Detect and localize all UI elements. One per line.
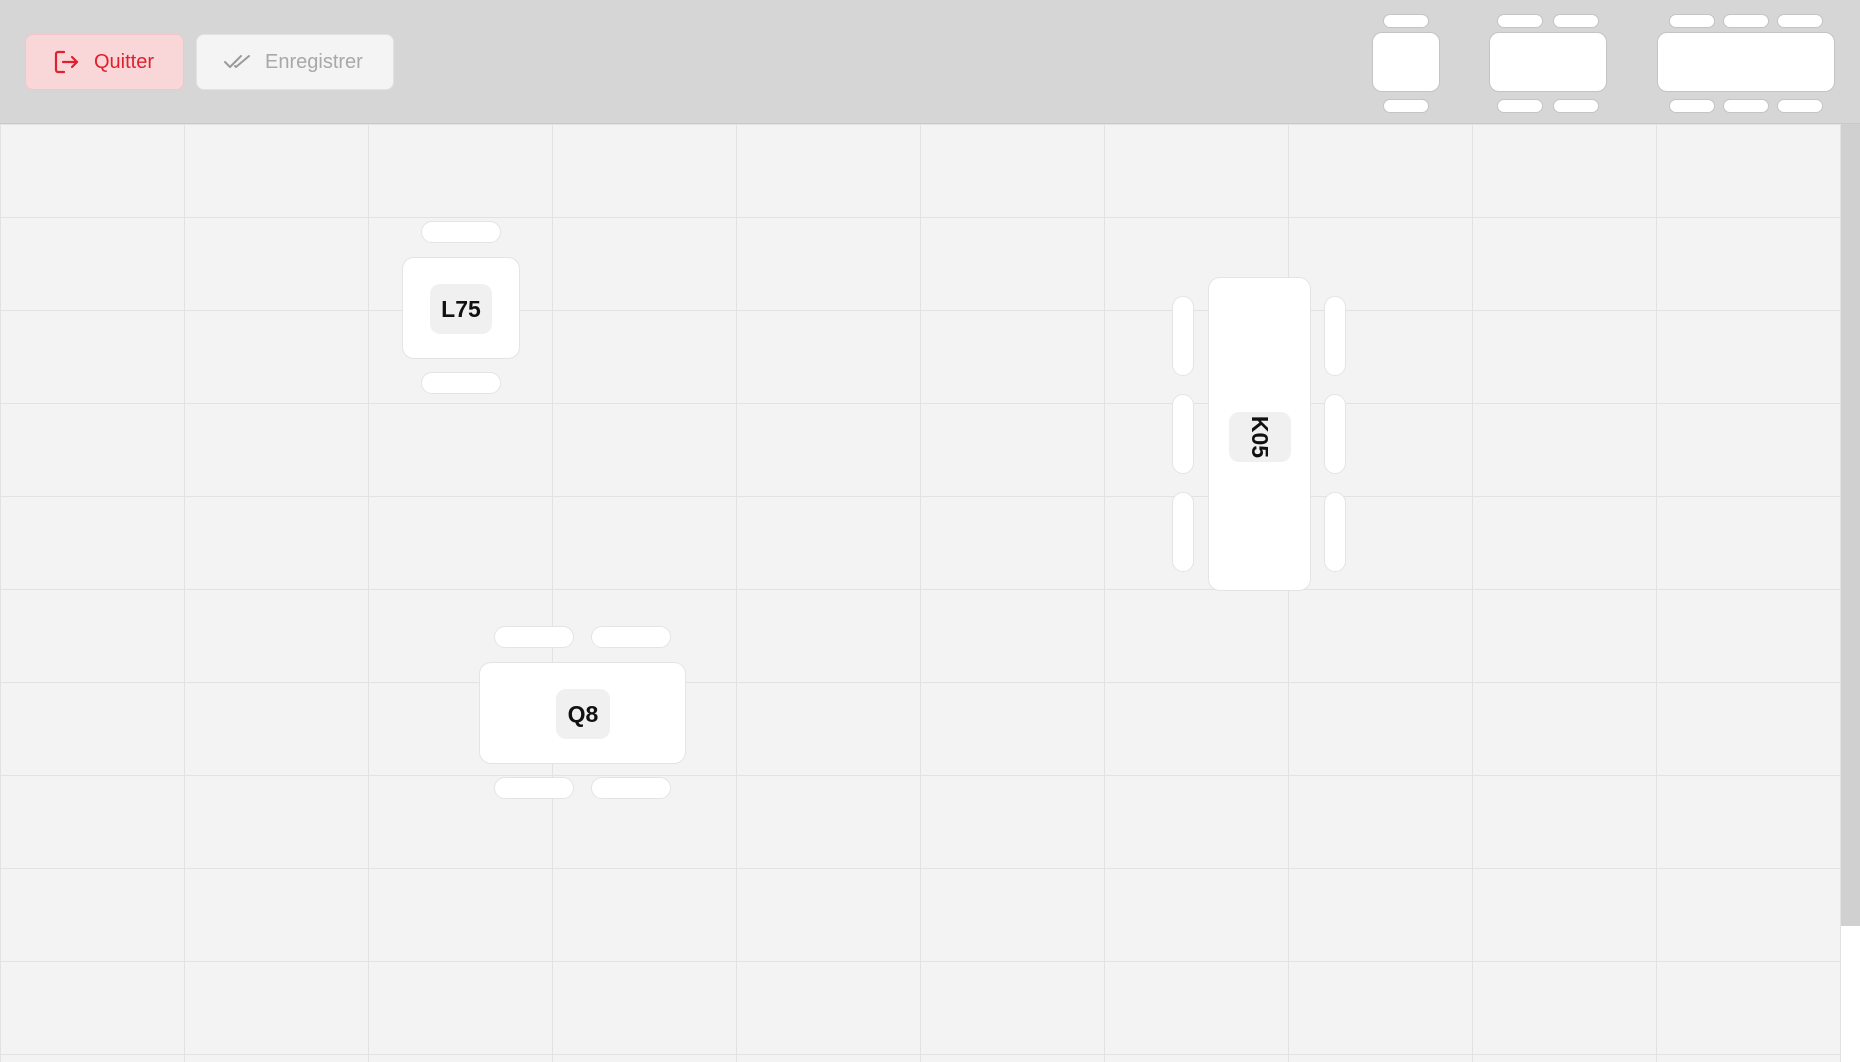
palette-chair [1383, 99, 1429, 113]
table-k05[interactable]: K05 [1208, 277, 1311, 591]
palette-chair [1553, 14, 1599, 28]
vertical-scrollbar[interactable] [1841, 124, 1860, 1062]
palette-table [1657, 32, 1835, 92]
palette-chair [1383, 14, 1429, 28]
palette-chair [1723, 99, 1769, 113]
chair[interactable] [421, 372, 501, 394]
palette-chair [1553, 99, 1599, 113]
table-q8[interactable]: Q8 [479, 662, 686, 764]
scrollbar-thumb[interactable] [1841, 124, 1860, 926]
palette-chair [1669, 99, 1715, 113]
floor-plan-editor: Quitter Enregistrer L75 K05 Q8 [0, 0, 1860, 1062]
logout-icon [52, 48, 80, 76]
chair[interactable] [1324, 394, 1346, 474]
quit-label: Quitter [94, 50, 155, 73]
chair[interactable] [421, 221, 501, 243]
floor-grid[interactable]: L75 K05 Q8 [0, 124, 1841, 1062]
palette-table [1372, 32, 1440, 92]
chair[interactable] [591, 626, 671, 648]
chair[interactable] [1324, 492, 1346, 572]
table-label: L75 [430, 284, 492, 334]
chair[interactable] [1172, 394, 1194, 474]
palette-chair [1497, 99, 1543, 113]
palette-chair [1777, 14, 1823, 28]
chair[interactable] [1172, 296, 1194, 376]
save-button[interactable]: Enregistrer [196, 34, 394, 90]
chair[interactable] [591, 777, 671, 799]
palette-chair [1777, 99, 1823, 113]
chair[interactable] [494, 777, 574, 799]
small-table-template[interactable] [1372, 12, 1440, 114]
palette-chair [1723, 14, 1769, 28]
table-label: K05 [1229, 412, 1291, 462]
palette-chair [1497, 14, 1543, 28]
chair[interactable] [1172, 492, 1194, 572]
palette-table [1489, 32, 1607, 92]
large-table-template[interactable] [1657, 12, 1835, 114]
medium-table-template[interactable] [1489, 12, 1607, 114]
quit-button[interactable]: Quitter [25, 34, 184, 90]
table-label: Q8 [556, 689, 610, 739]
double-check-icon [223, 48, 251, 76]
toolbar: Quitter Enregistrer [0, 0, 1860, 124]
chair[interactable] [494, 626, 574, 648]
chair[interactable] [1324, 296, 1346, 376]
save-label: Enregistrer [265, 50, 363, 73]
table-l75[interactable]: L75 [402, 257, 520, 359]
palette-chair [1669, 14, 1715, 28]
